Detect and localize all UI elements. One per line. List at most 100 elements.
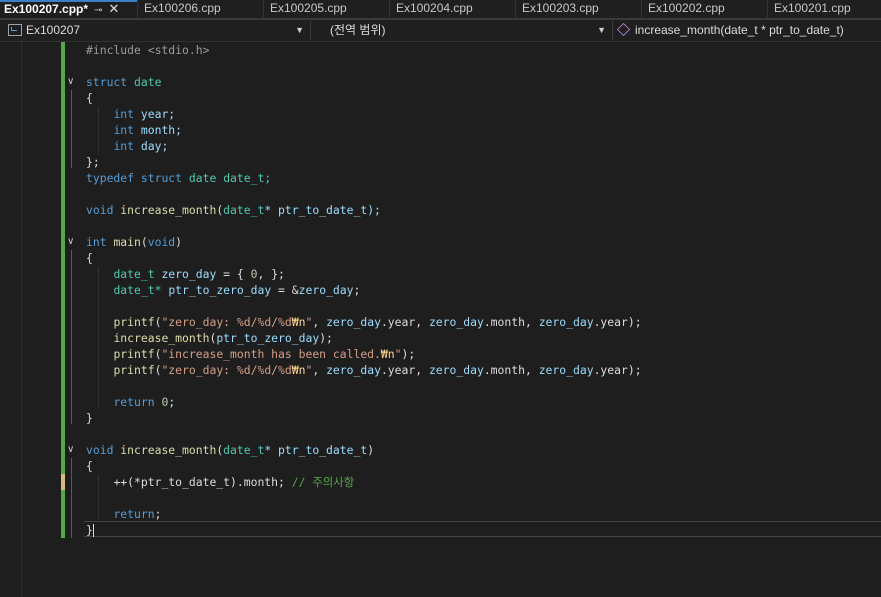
function-name: increase_month [120, 443, 217, 457]
keyword: struct [86, 75, 128, 89]
collapse-chevron-icon[interactable]: ∨ [67, 237, 77, 247]
code-line: printf("zero_day: %d/%d/%d₩n", zero_day.… [86, 314, 641, 330]
code-line: #include <stdio.h> [86, 42, 642, 58]
string: "increase_month has been called. [161, 347, 381, 361]
code-line: typedef struct date date_t; [86, 170, 642, 186]
collapse-chevron-icon[interactable]: ∨ [67, 77, 77, 87]
function-name: increase_month [120, 203, 217, 217]
keyword: int [86, 235, 107, 249]
variable: zero_day [538, 363, 594, 377]
punct: = & [271, 283, 299, 297]
tab-label: Ex100201.cpp [774, 1, 851, 15]
function-name: increase_month [113, 331, 210, 345]
code-line: increase_month(ptr_to_zero_day); [86, 330, 642, 346]
keyword: int [113, 139, 135, 153]
code-line: return 0; [86, 394, 642, 410]
scope-line [71, 90, 72, 168]
code-text[interactable]: #include <stdio.h> struct date { int year;… [86, 42, 642, 538]
variable: ptr_to_zero_day [168, 283, 272, 297]
escape: ₩n [291, 363, 306, 377]
navigation-bar: Ex100207 ▼ (전역 범위) ▼ increase_month(date… [0, 20, 881, 42]
scope-label: (전역 범위) [330, 23, 386, 37]
scope-line [71, 458, 72, 538]
member: .month [483, 363, 525, 377]
collapse-chevron-icon[interactable]: ∨ [67, 445, 77, 455]
code-line: } [86, 522, 642, 538]
variable: zero_day [538, 315, 594, 329]
punct: ; [168, 395, 176, 409]
tab-ex100205[interactable]: Ex100205.cpp [263, 0, 389, 18]
variable: zero_day [428, 315, 484, 329]
member: .year [593, 363, 628, 377]
member: .year [593, 315, 628, 329]
code-line: void increase_month(date_t* ptr_to_date_… [86, 202, 642, 218]
escape: ₩n [291, 315, 306, 329]
punct: ); [401, 347, 416, 361]
comment: // 주의사항 [291, 475, 355, 489]
document-tab-bar: Ex100207.cpp* ⊸ ✕ Ex100206.cpp Ex100205.cp… [0, 0, 881, 20]
punct: ); [319, 331, 333, 345]
punct: , [312, 315, 327, 329]
unsaved-change-marker [61, 474, 65, 490]
tab-label: Ex100202.cpp [648, 1, 725, 15]
keyword: int [113, 107, 135, 121]
variable: ptr_to_zero_day [216, 331, 320, 345]
punct: , [524, 363, 539, 377]
punct: ); [627, 363, 642, 377]
member-dropdown[interactable]: increase_month(date_t * ptr_to_date_t) [612, 21, 881, 40]
chevron-down-icon: ▼ [295, 25, 304, 35]
pin-icon[interactable]: ⊸ [94, 5, 102, 16]
scope-dropdown[interactable]: (전역 범위) ▼ [312, 21, 610, 40]
brace: { [86, 91, 93, 105]
punct: = { [216, 267, 251, 281]
member: .year [380, 315, 416, 329]
parameter: * ptr_to_date_t); [264, 203, 381, 217]
code-editor[interactable]: ∨ ∨ ∨ #include <stdio.h> struct date { int… [0, 42, 881, 597]
tab-ex100201[interactable]: Ex100201.cpp [767, 0, 881, 18]
type-name: date_t [113, 267, 155, 281]
divider [310, 21, 311, 40]
project-dropdown[interactable]: Ex100207 ▼ [0, 21, 308, 40]
code-line: { [86, 90, 642, 106]
code-line: date_t* ptr_to_zero_day = &zero_day; [86, 282, 642, 298]
keyword: int [113, 123, 135, 137]
keyword: void [147, 235, 176, 249]
tab-ex100207[interactable]: Ex100207.cpp* ⊸ ✕ [0, 0, 137, 18]
code-line: return; [86, 506, 642, 522]
close-icon[interactable]: ✕ [108, 1, 119, 16]
type-name: date [134, 75, 162, 89]
tab-ex100202[interactable]: Ex100202.cpp [641, 0, 767, 18]
code-line: void increase_month(date_t* ptr_to_date_… [86, 442, 642, 458]
punct: , }; [257, 267, 285, 281]
punct: ) [367, 443, 375, 457]
punct: ; [353, 283, 361, 297]
code-line: int main(void) [86, 234, 642, 250]
chevron-down-icon: ▼ [597, 25, 606, 35]
variable: zero_day [326, 315, 381, 329]
brace: }; [86, 155, 100, 169]
tab-label: Ex100205.cpp [270, 1, 347, 15]
tab-ex100206[interactable]: Ex100206.cpp [137, 0, 263, 18]
code-line: int year; [86, 106, 642, 122]
brace: { [86, 459, 93, 473]
code-line: }; [86, 154, 642, 170]
string: "zero_day: %d/%d/%d [161, 315, 292, 329]
brace: } [86, 523, 93, 537]
function-name: main [113, 235, 141, 249]
member: .month [483, 315, 525, 329]
tab-ex100203[interactable]: Ex100203.cpp [515, 0, 641, 18]
tab-label: Ex100207.cpp* [4, 2, 89, 16]
tab-ex100204[interactable]: Ex100204.cpp [389, 0, 515, 18]
tab-label: Ex100203.cpp [522, 1, 599, 15]
project-icon [8, 23, 22, 36]
punct: , [524, 315, 539, 329]
code-line: date_t zero_day = { 0, }; [86, 266, 642, 282]
keyword: void [86, 443, 114, 457]
function-name: printf [113, 363, 155, 377]
type-name: date_t* [113, 283, 162, 297]
punct: , [415, 315, 429, 329]
punct: , [312, 363, 327, 377]
brace: } [86, 411, 93, 425]
code-line: printf("increase_month has been called.₩… [86, 346, 642, 362]
code-line: { [86, 250, 642, 266]
